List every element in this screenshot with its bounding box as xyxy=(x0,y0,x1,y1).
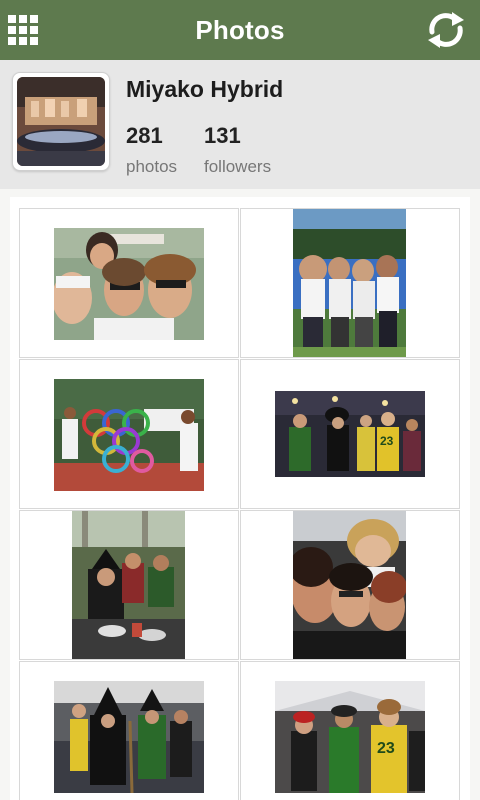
followers-label: followers xyxy=(204,157,272,176)
page-title: Photos xyxy=(195,14,285,45)
photo-thumbnail xyxy=(293,511,406,659)
photo-feed[interactable]: 23 23 xyxy=(0,189,480,800)
photo-thumbnail xyxy=(54,379,204,491)
avatar[interactable] xyxy=(12,72,110,171)
refresh-icon[interactable] xyxy=(422,6,470,54)
profile-name: Miyako Hybrid xyxy=(126,76,284,102)
svg-text:23: 23 xyxy=(377,740,395,757)
photo-tile[interactable] xyxy=(19,359,239,509)
photo-thumbnail xyxy=(54,228,204,340)
photo-tile[interactable] xyxy=(19,510,239,660)
photo-tile[interactable] xyxy=(19,208,239,358)
svg-text:23: 23 xyxy=(380,434,394,448)
photos-label: photos xyxy=(126,157,178,176)
photo-thumbnail xyxy=(72,511,185,659)
grid-icon[interactable] xyxy=(8,15,38,45)
photo-grid: 23 23 xyxy=(10,197,470,800)
photo-tile[interactable] xyxy=(240,510,460,660)
photo-thumbnail xyxy=(54,681,204,793)
followers-count: 131 xyxy=(204,123,241,148)
photos-count: 281 xyxy=(126,123,163,148)
photo-tile[interactable] xyxy=(240,208,460,358)
photo-thumbnail: 23 xyxy=(275,391,425,477)
photo-thumbnail: 23 xyxy=(275,681,425,793)
photo-tile[interactable]: 23 xyxy=(240,359,460,509)
profile-header: Miyako Hybrid 281 photos 131 followers xyxy=(0,60,480,189)
app-bar: Photos xyxy=(0,0,480,60)
photo-tile[interactable] xyxy=(19,661,239,800)
photo-tile[interactable]: 23 xyxy=(240,661,460,800)
photo-thumbnail xyxy=(293,209,406,357)
